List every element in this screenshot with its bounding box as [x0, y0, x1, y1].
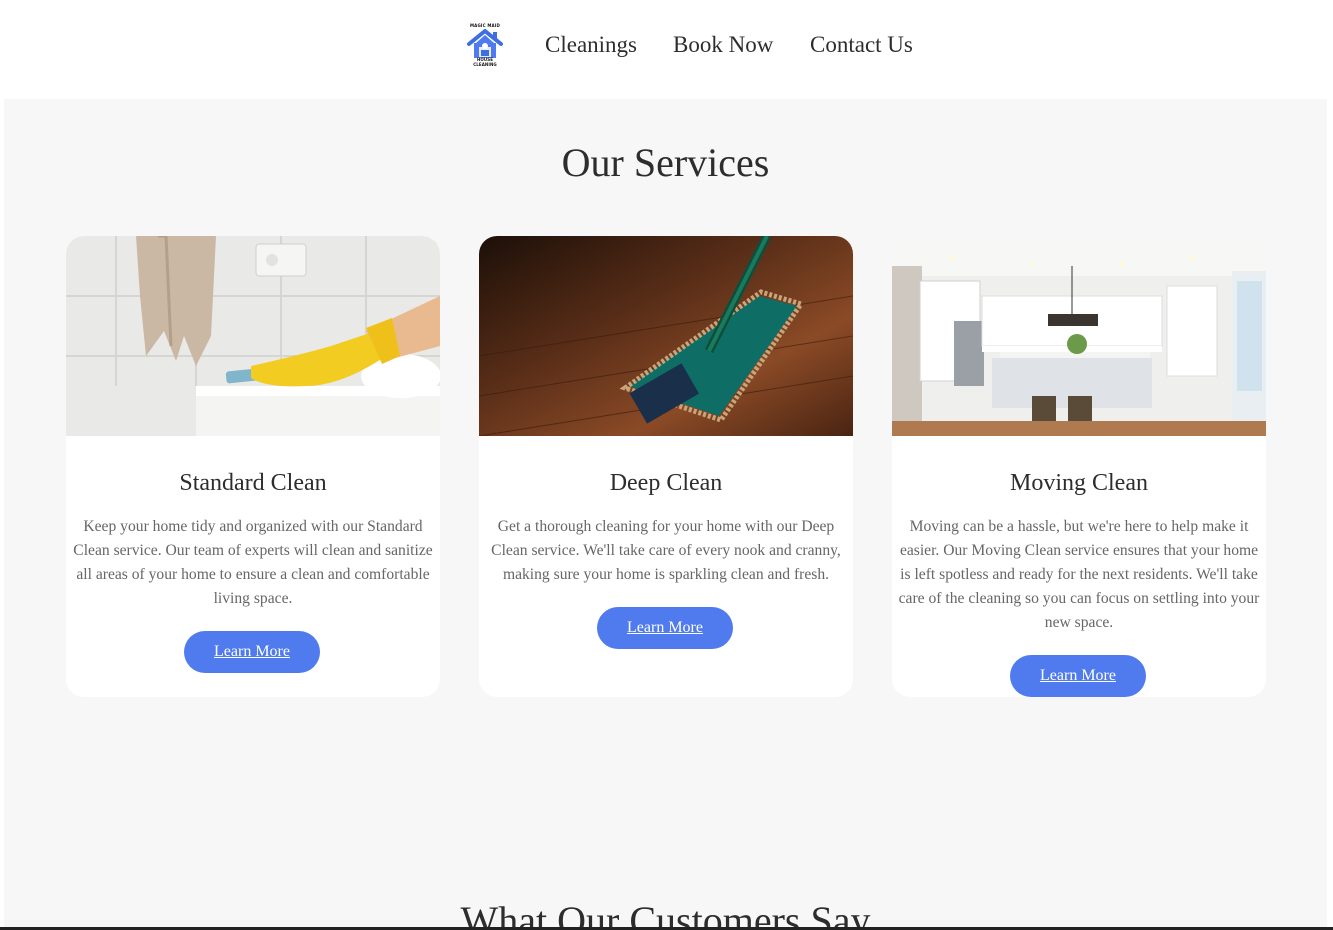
deep-clean-image — [479, 236, 853, 436]
standard-clean-image — [66, 236, 440, 436]
learn-more-button[interactable]: Learn More — [184, 631, 320, 673]
services-section: Our Services Standard Clean Keep your ho… — [4, 99, 1327, 930]
learn-more-button[interactable]: Learn More — [1010, 655, 1146, 697]
house-icon — [467, 29, 503, 58]
service-card-deep: Deep Clean Get a thorough cleaning for y… — [479, 236, 853, 697]
card-description: Keep your home tidy and organized with o… — [73, 518, 433, 607]
page: MAGIC MAID HOUSE CLEANING Cleanings Book… — [0, 0, 1333, 930]
card-description: Moving can be a hassle, but we're here t… — [898, 518, 1260, 631]
moving-clean-image — [892, 236, 1266, 436]
testimonials-title: What Our Customers Say — [460, 898, 871, 930]
service-card-standard: Standard Clean Keep your home tidy and o… — [66, 236, 440, 697]
nav-contact-us-link[interactable]: Contact Us — [810, 32, 913, 58]
card-title: Deep Clean — [609, 470, 723, 496]
site-logo[interactable]: MAGIC MAID HOUSE CLEANING — [465, 23, 505, 67]
service-card-moving: Moving Clean Moving can be a hassle, but… — [892, 236, 1266, 697]
nav-book-now-link[interactable]: Book Now — [673, 32, 773, 58]
site-header: MAGIC MAID HOUSE CLEANING Cleanings Book… — [0, 0, 1333, 99]
card-description: Get a thorough cleaning for your home wi… — [491, 518, 841, 583]
card-title: Moving Clean — [1010, 470, 1148, 496]
nav-cleanings-link[interactable]: Cleanings — [545, 32, 637, 58]
services-title: Our Services — [561, 140, 770, 185]
card-title: Standard Clean — [179, 470, 327, 496]
learn-more-button[interactable]: Learn More — [597, 607, 733, 649]
logo-bottom-text: HOUSE CLEANING — [473, 57, 497, 67]
